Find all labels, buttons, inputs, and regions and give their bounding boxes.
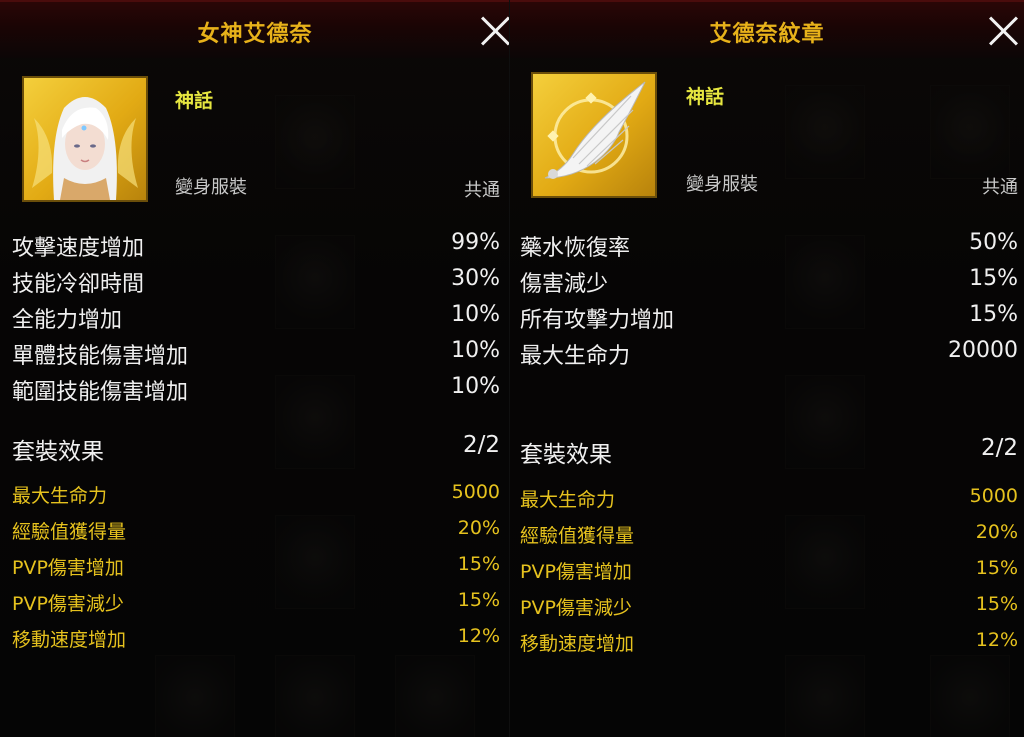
stat-name: 最大生命力 bbox=[520, 344, 631, 369]
stat-value: 10% bbox=[451, 302, 500, 327]
stat-row: 傷害減少 15% bbox=[520, 264, 1018, 300]
set-effect-value: 20% bbox=[457, 517, 500, 539]
stat-value: 20000 bbox=[948, 338, 1018, 363]
stat-value: 15% bbox=[969, 302, 1018, 327]
set-effect-value: 5000 bbox=[969, 485, 1018, 507]
rarity-label: 神話 bbox=[175, 90, 214, 112]
set-effect-title: 套裝效果 bbox=[12, 439, 104, 465]
stat-name: 全能力增加 bbox=[12, 308, 123, 333]
set-effect-row: PVP傷害減少 15% bbox=[520, 590, 1018, 626]
item-title: 女神艾德奈 bbox=[197, 22, 313, 47]
stat-row: 攻擊速度增加 99% bbox=[12, 228, 500, 264]
set-effect-value: 15% bbox=[457, 589, 500, 611]
set-effect-name: 移動速度增加 bbox=[520, 633, 635, 655]
stat-name: 傷害減少 bbox=[520, 272, 609, 297]
stat-row: 全能力增加 10% bbox=[12, 300, 500, 336]
set-effect-row: 移動速度增加 12% bbox=[520, 626, 1018, 662]
close-icon[interactable] bbox=[478, 12, 510, 48]
set-effect-title: 套裝效果 bbox=[520, 442, 612, 468]
set-effect-row: 最大生命力 5000 bbox=[520, 482, 1018, 518]
set-effect-value: 5000 bbox=[451, 481, 500, 503]
stat-list: 攻擊速度增加 99% 技能冷卻時間 30% 全能力增加 10% 單體技能傷害增加… bbox=[12, 228, 500, 408]
set-effect-row: 經驗值獲得量 20% bbox=[520, 518, 1018, 554]
stat-name: 藥水恢復率 bbox=[520, 236, 631, 261]
set-effect-name: 移動速度增加 bbox=[12, 629, 127, 651]
rarity-label: 神話 bbox=[686, 86, 725, 108]
set-effect-value: 20% bbox=[975, 521, 1018, 543]
goddess-portrait-icon bbox=[22, 76, 148, 202]
set-effect-value: 12% bbox=[975, 629, 1018, 651]
stat-row: 最大生命力 20000 bbox=[520, 336, 1018, 372]
set-effect-name: PVP傷害減少 bbox=[12, 593, 124, 615]
set-effect-name: 經驗值獲得量 bbox=[12, 521, 127, 543]
stat-value: 10% bbox=[451, 374, 500, 399]
stat-name: 攻擊速度增加 bbox=[12, 236, 145, 261]
set-effect-name: 經驗值獲得量 bbox=[520, 525, 635, 547]
item-compare-screen: 女神艾德奈 神話 變身服裝 共通 攻擊速度增加 99% 技能冷卻時間 30% 全… bbox=[0, 0, 1024, 737]
set-effect-row: 經驗值獲得量 20% bbox=[12, 514, 500, 550]
set-effect-row: PVP傷害減少 15% bbox=[12, 586, 500, 622]
stat-row: 單體技能傷害增加 10% bbox=[12, 336, 500, 372]
stat-name: 技能冷卻時間 bbox=[12, 272, 145, 297]
panel-title-bar: 艾德奈紋章 bbox=[510, 0, 1024, 58]
set-effect-value: 15% bbox=[975, 593, 1018, 615]
set-effect-row: PVP傷害增加 15% bbox=[520, 554, 1018, 590]
set-effect-name: PVP傷害增加 bbox=[12, 557, 124, 579]
stat-row: 藥水恢復率 50% bbox=[520, 228, 1018, 264]
close-icon[interactable] bbox=[986, 12, 1022, 48]
panel-title-bar: 女神艾德奈 bbox=[0, 0, 510, 58]
stat-value: 30% bbox=[451, 266, 500, 291]
stat-row: 技能冷卻時間 30% bbox=[12, 264, 500, 300]
stat-row: 所有攻擊力增加 15% bbox=[520, 300, 1018, 336]
set-effect-row: 最大生命力 5000 bbox=[12, 478, 500, 514]
set-effect-count: 2/2 bbox=[462, 432, 500, 458]
set-effect-name: PVP傷害減少 bbox=[520, 597, 632, 619]
right-item-panel: 艾德奈紋章 神話 變身服裝 共通 藥水恢復率 50% 傷害減少 15% 所有攻擊… bbox=[510, 0, 1024, 737]
set-effect-name: PVP傷害增加 bbox=[520, 561, 632, 583]
set-effect-list: 最大生命力 5000 經驗值獲得量 20% PVP傷害增加 15% PVP傷害減… bbox=[12, 478, 500, 658]
left-item-panel: 女神艾德奈 神話 變身服裝 共通 攻擊速度增加 99% 技能冷卻時間 30% 全… bbox=[0, 0, 510, 737]
shared-label: 共通 bbox=[464, 180, 500, 201]
set-effect-value: 12% bbox=[457, 625, 500, 647]
stat-value: 10% bbox=[451, 338, 500, 363]
stat-value: 50% bbox=[969, 230, 1018, 255]
stat-value: 15% bbox=[969, 266, 1018, 291]
set-effect-row: PVP傷害增加 15% bbox=[12, 550, 500, 586]
set-effect-header: 套裝效果 2/2 bbox=[520, 435, 1018, 469]
set-effect-value: 15% bbox=[975, 557, 1018, 579]
set-effect-name: 最大生命力 bbox=[520, 489, 616, 511]
set-effect-count: 2/2 bbox=[980, 435, 1018, 461]
item-title: 艾德奈紋章 bbox=[709, 22, 825, 47]
stat-name: 所有攻擊力增加 bbox=[520, 308, 675, 333]
set-effect-name: 最大生命力 bbox=[12, 485, 108, 507]
set-effect-row: 移動速度增加 12% bbox=[12, 622, 500, 658]
set-effect-list: 最大生命力 5000 經驗值獲得量 20% PVP傷害增加 15% PVP傷害減… bbox=[520, 482, 1018, 662]
wing-emblem-icon bbox=[531, 72, 657, 198]
shared-label: 共通 bbox=[982, 177, 1018, 198]
set-effect-header: 套裝效果 2/2 bbox=[12, 432, 500, 466]
item-type-label: 變身服裝 bbox=[686, 174, 758, 195]
stat-row: 範圍技能傷害增加 10% bbox=[12, 372, 500, 408]
set-effect-value: 15% bbox=[457, 553, 500, 575]
item-type-label: 變身服裝 bbox=[175, 177, 247, 198]
stat-name: 範圍技能傷害增加 bbox=[12, 380, 189, 405]
stat-name: 單體技能傷害增加 bbox=[12, 344, 189, 369]
stat-list: 藥水恢復率 50% 傷害減少 15% 所有攻擊力增加 15% 最大生命力 200… bbox=[520, 228, 1018, 372]
stat-value: 99% bbox=[451, 230, 500, 255]
